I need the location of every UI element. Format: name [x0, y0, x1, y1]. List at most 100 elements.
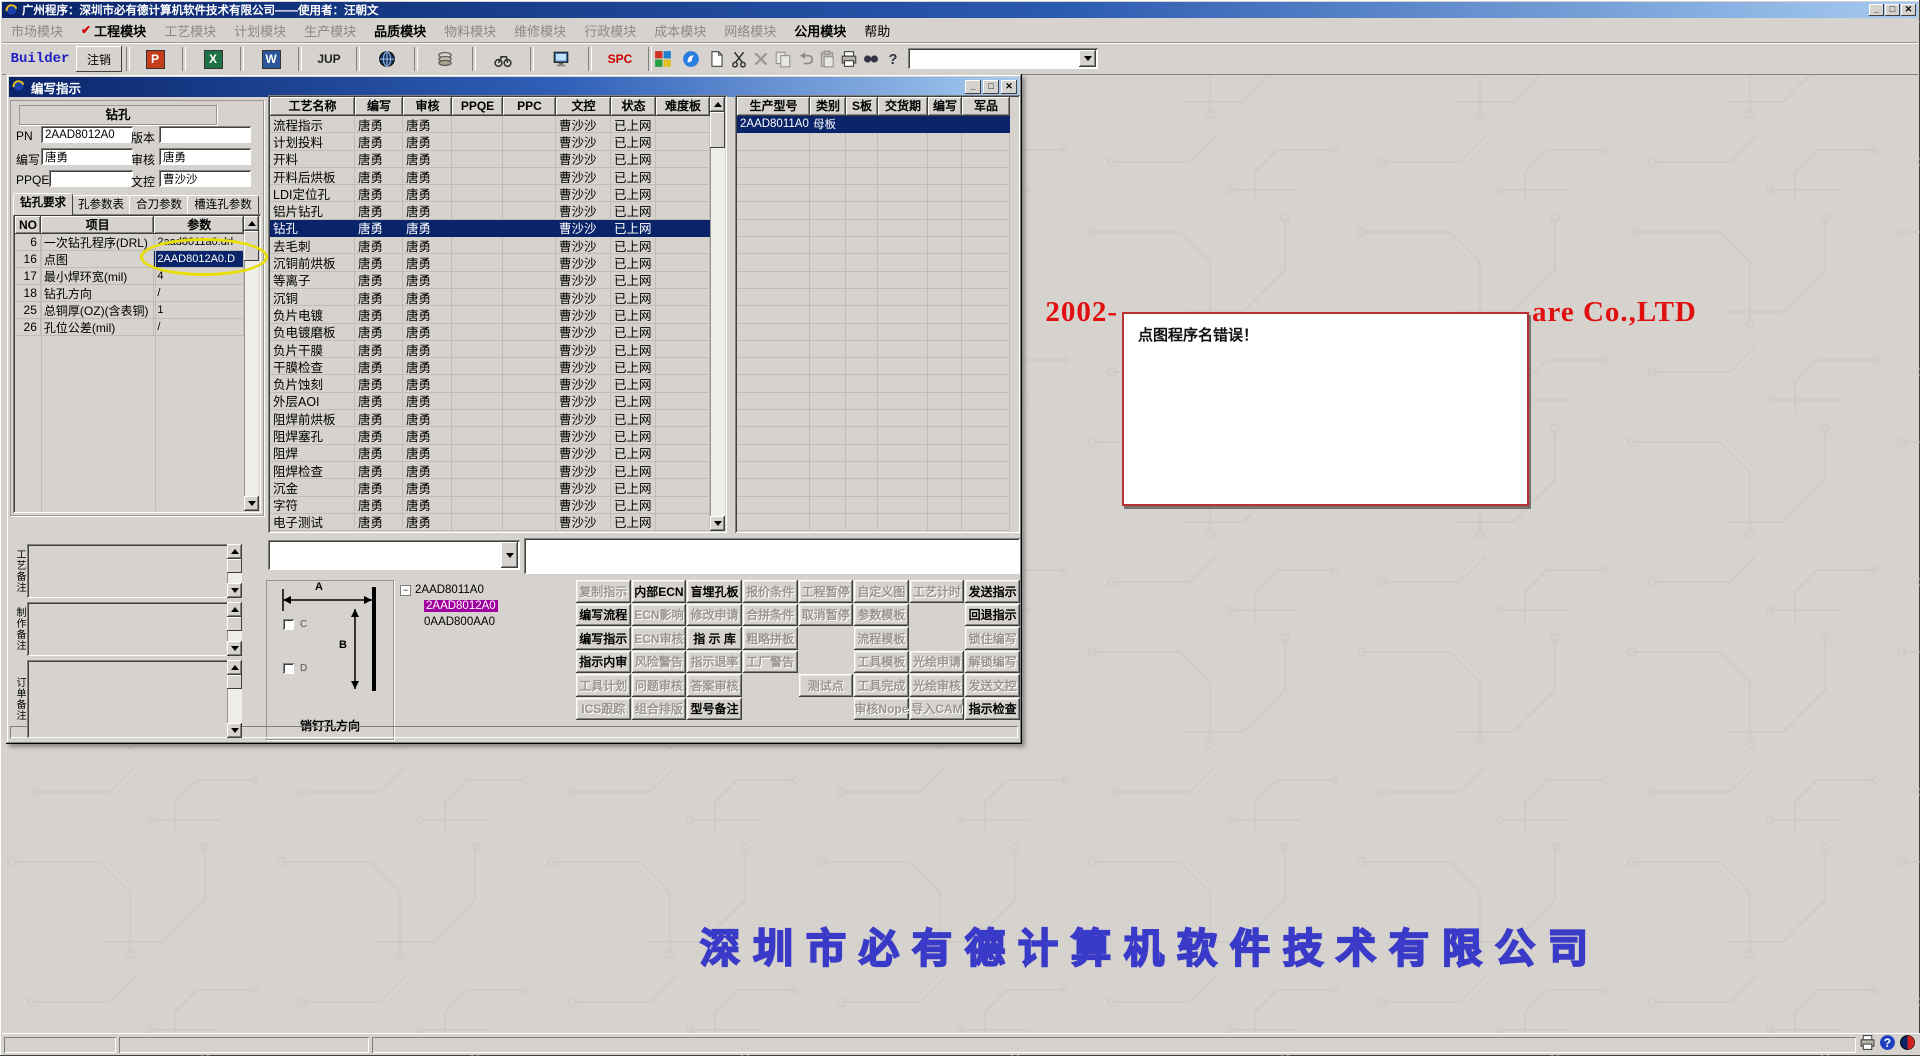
- action-button[interactable]: 答案审核: [687, 674, 742, 697]
- memo-scrollbar[interactable]: [227, 660, 242, 738]
- process-row[interactable]: 沉铜 唐勇 唐勇 曹沙沙 已上网: [270, 288, 710, 307]
- action-button[interactable]: 工具模板: [854, 650, 909, 673]
- model-row[interactable]: [737, 185, 1018, 203]
- column-header[interactable]: PPC: [503, 97, 556, 116]
- menu-item[interactable]: 品质模块: [365, 19, 435, 42]
- toolbar-combobox-dropdown-button[interactable]: [1079, 50, 1096, 67]
- pn-field[interactable]: 2AAD8012A0: [41, 126, 133, 143]
- process-table-scrollbar[interactable]: [710, 97, 725, 531]
- model-row[interactable]: [737, 133, 1018, 151]
- toolbar-combobox[interactable]: [908, 48, 1098, 69]
- process-row[interactable]: 负片蚀刻 唐勇 唐勇 曹沙沙 已上网: [270, 375, 710, 393]
- model-row[interactable]: [737, 271, 1018, 289]
- tab-3[interactable]: 合刀参数: [129, 195, 189, 215]
- writer-field[interactable]: 唐勇: [41, 148, 133, 165]
- new-document-icon[interactable]: [706, 46, 728, 72]
- action-button[interactable]: 光绘审核: [909, 674, 965, 697]
- action-button[interactable]: 审核Nope: [854, 697, 909, 720]
- action-button[interactable]: 风险警告: [631, 650, 687, 673]
- action-button[interactable]: 指示检查: [965, 697, 1020, 720]
- process-row[interactable]: 外层AOI 唐勇 唐勇 曹沙沙 已上网: [270, 392, 710, 411]
- process-row[interactable]: 计划投料 唐勇 唐勇 曹沙沙 已上网: [270, 133, 710, 151]
- error-dialog[interactable]: 点图程序名错误！: [1122, 312, 1529, 506]
- model-row[interactable]: 2AAD8011A0 母板: [737, 116, 1018, 134]
- action-button[interactable]: ECN审核: [631, 627, 687, 650]
- model-row[interactable]: [737, 513, 1018, 531]
- copy-icon[interactable]: [772, 46, 794, 72]
- dialog-minimize-button[interactable]: _: [965, 80, 981, 94]
- doccontrol-field[interactable]: 曹沙沙: [159, 170, 251, 187]
- process-row[interactable]: 负电镀磨板 唐勇 唐勇 曹沙沙 已上网: [270, 323, 710, 341]
- column-header[interactable]: 工艺名称: [270, 97, 355, 116]
- action-button[interactable]: 自定义图: [854, 580, 909, 603]
- undo-icon[interactable]: [794, 46, 816, 72]
- process-row[interactable]: 阻焊塞孔 唐勇 唐勇 曹沙沙 已上网: [270, 427, 710, 445]
- tree-root-node[interactable]: −2AAD8011A0: [400, 582, 568, 598]
- action-button[interactable]: 工具完成: [854, 674, 909, 697]
- menu-item[interactable]: 工艺模块: [155, 19, 225, 42]
- action-button[interactable]: 发送文控: [965, 674, 1020, 697]
- model-row[interactable]: [737, 237, 1018, 255]
- model-row[interactable]: [737, 288, 1018, 307]
- action-button[interactable]: 问题审核: [631, 674, 687, 697]
- model-row[interactable]: [737, 202, 1018, 220]
- column-header[interactable]: NO: [15, 216, 41, 234]
- word-icon[interactable]: W: [248, 46, 294, 72]
- menu-item[interactable]: 网络模块: [715, 19, 785, 42]
- process-row[interactable]: 字符 唐勇 唐勇 曹沙沙 已上网: [270, 496, 710, 514]
- memo-textarea[interactable]: [27, 660, 242, 738]
- scroll-thumb[interactable]: [244, 231, 259, 261]
- memo-scrollbar[interactable]: [227, 544, 242, 598]
- model-row[interactable]: [737, 254, 1018, 272]
- param-row[interactable]: 17 最小焊环宽(mil) 4: [15, 268, 244, 285]
- column-header[interactable]: 文控: [556, 97, 611, 116]
- scroll-up-button[interactable]: [227, 544, 242, 559]
- checkbox-d[interactable]: [283, 663, 294, 674]
- action-button[interactable]: ECN影响: [631, 603, 687, 626]
- action-button[interactable]: 指 示 库: [687, 627, 742, 650]
- action-button[interactable]: 复制指示: [576, 580, 631, 603]
- model-row[interactable]: [737, 375, 1018, 393]
- model-row[interactable]: [737, 167, 1018, 186]
- action-button[interactable]: 指示内审: [576, 650, 631, 673]
- delete-icon[interactable]: [750, 46, 772, 72]
- action-button[interactable]: 编写指示: [576, 627, 631, 650]
- menu-item[interactable]: 维修模块: [505, 19, 575, 42]
- process-row[interactable]: 沉金 唐勇 唐勇 曹沙沙 已上网: [270, 479, 710, 497]
- model-row[interactable]: [737, 444, 1018, 462]
- palette-icon[interactable]: [650, 46, 676, 72]
- action-button[interactable]: 光绘申请: [909, 650, 965, 673]
- menu-item[interactable]: 市场模块: [2, 19, 72, 42]
- action-button[interactable]: 报价条件: [742, 580, 798, 603]
- column-header[interactable]: S板: [846, 97, 878, 116]
- process-row[interactable]: 负片电镀 唐勇 唐勇 曹沙沙 已上网: [270, 306, 710, 324]
- motorcycle-icon[interactable]: [480, 46, 526, 72]
- minimize-button[interactable]: _: [1869, 4, 1884, 16]
- action-button[interactable]: 工厂警告: [742, 650, 798, 673]
- messenger-icon[interactable]: [678, 46, 704, 72]
- action-button[interactable]: 解锁编写: [965, 650, 1020, 673]
- menu-item[interactable]: 生产模块: [295, 19, 365, 42]
- dialog-titlebar[interactable]: 编写指示 _ □ ✕: [9, 77, 1019, 97]
- action-button[interactable]: 参数模板: [854, 603, 909, 626]
- process-row[interactable]: 阻焊 唐勇 唐勇 曹沙沙 已上网: [270, 444, 710, 462]
- scroll-up-button[interactable]: [710, 97, 725, 112]
- scroll-down-button[interactable]: [244, 496, 259, 511]
- memo-textarea[interactable]: [27, 602, 242, 656]
- column-header[interactable]: 项目: [40, 216, 155, 234]
- note-textarea[interactable]: [524, 538, 1020, 574]
- collapse-icon[interactable]: −: [400, 584, 411, 596]
- tab-1[interactable]: 钻孔要求: [13, 193, 73, 215]
- action-button[interactable]: 发送指示: [965, 580, 1020, 603]
- process-row[interactable]: LDI定位孔 唐勇 唐勇 曹沙沙 已上网: [270, 185, 710, 203]
- printer-status-icon[interactable]: [1859, 1034, 1876, 1056]
- action-button[interactable]: 回退指示: [965, 603, 1020, 626]
- find-icon[interactable]: [860, 46, 882, 72]
- scroll-thumb[interactable]: [227, 559, 242, 573]
- column-header[interactable]: 参数: [154, 216, 244, 234]
- column-header[interactable]: 编写: [928, 97, 962, 116]
- scroll-thumb[interactable]: [227, 675, 242, 689]
- model-row[interactable]: [737, 461, 1018, 480]
- reviewer-field[interactable]: 唐勇: [159, 148, 251, 165]
- scroll-up-button[interactable]: [227, 602, 242, 617]
